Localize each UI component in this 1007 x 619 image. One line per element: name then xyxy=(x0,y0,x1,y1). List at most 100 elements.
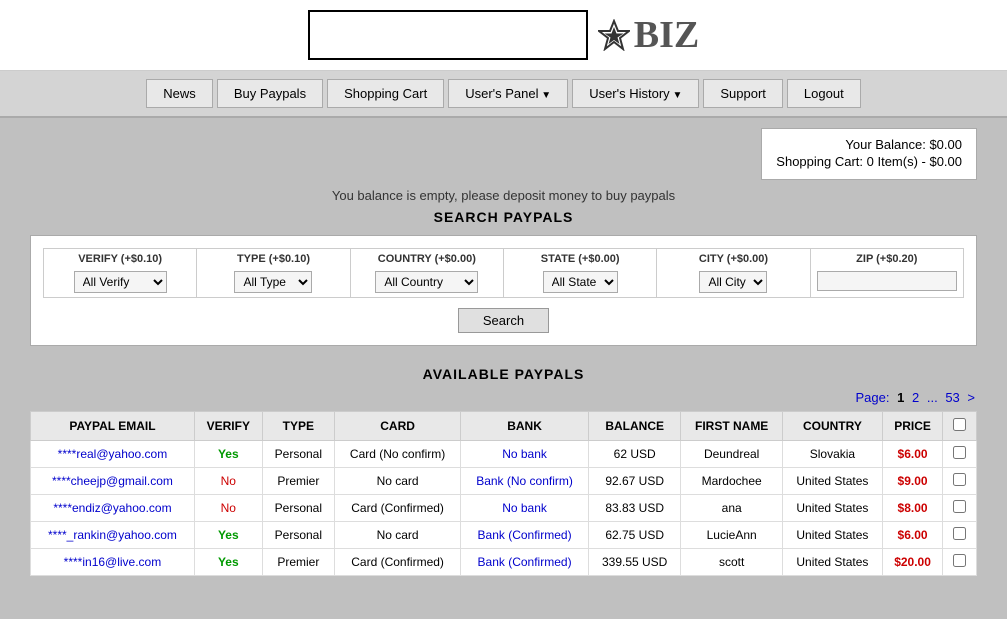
search-btn-row: Search xyxy=(43,308,964,333)
cell-price: $8.00 xyxy=(882,495,942,522)
table-row: ****_rankin@yahoo.com Yes Personal No ca… xyxy=(31,522,977,549)
cell-bank[interactable]: No bank xyxy=(461,495,589,522)
row-checkbox[interactable] xyxy=(953,473,966,486)
cell-balance: 92.67 USD xyxy=(588,468,681,495)
cell-email[interactable]: ****in16@live.com xyxy=(31,549,195,576)
bank-link[interactable]: No bank xyxy=(502,501,547,515)
search-filters: VERIFY (+$0.10) All Verify Verified Not … xyxy=(43,248,964,298)
type-select[interactable]: All Type Personal Premier xyxy=(234,271,312,293)
cell-checkbox[interactable] xyxy=(943,549,977,576)
email-link[interactable]: ****endiz@yahoo.com xyxy=(53,501,171,515)
cell-country: United States xyxy=(782,549,882,576)
col-verify: VERIFY xyxy=(194,412,262,441)
page-next-link[interactable]: > xyxy=(967,390,975,405)
cell-price: $6.00 xyxy=(882,441,942,468)
brand-text: BIZ xyxy=(634,13,699,57)
cell-verify: Yes xyxy=(194,522,262,549)
nav-users-panel[interactable]: User's Panel xyxy=(448,79,568,108)
page-2-link[interactable]: 2 xyxy=(912,390,919,405)
cell-type: Personal xyxy=(262,495,334,522)
cell-email[interactable]: ****cheejp@gmail.com xyxy=(31,468,195,495)
verify-value: No xyxy=(221,474,236,488)
cell-card: Card (No confirm) xyxy=(334,441,460,468)
price-value: $9.00 xyxy=(898,474,928,488)
bank-link[interactable]: Bank (Confirmed) xyxy=(478,528,572,542)
city-select[interactable]: All City xyxy=(699,271,767,293)
verify-select[interactable]: All Verify Verified Not Verified xyxy=(74,271,167,293)
cell-checkbox[interactable] xyxy=(943,495,977,522)
cell-checkbox[interactable] xyxy=(943,522,977,549)
verify-value: Yes xyxy=(218,447,239,461)
table-row: ****in16@live.com Yes Premier Card (Conf… xyxy=(31,549,977,576)
nav-users-history[interactable]: User's History xyxy=(572,79,699,108)
cell-verify: No xyxy=(194,495,262,522)
price-value: $6.00 xyxy=(898,528,928,542)
country-select[interactable]: All Country United States Slovakia xyxy=(375,271,478,293)
info-text: You balance is empty, please deposit mon… xyxy=(30,188,977,203)
header: BIZ xyxy=(0,0,1007,71)
nav-logout[interactable]: Logout xyxy=(787,79,861,108)
email-link[interactable]: ****cheejp@gmail.com xyxy=(52,474,173,488)
shopping-cart-balance: Shopping Cart: 0 Item(s) - $0.00 xyxy=(776,154,962,169)
cell-bank[interactable]: Bank (No confirm) xyxy=(461,468,589,495)
cell-type: Personal xyxy=(262,441,334,468)
verify-value: Yes xyxy=(218,528,239,542)
email-link[interactable]: ****_rankin@yahoo.com xyxy=(48,528,177,542)
cell-checkbox[interactable] xyxy=(943,468,977,495)
cell-email[interactable]: ****real@yahoo.com xyxy=(31,441,195,468)
cell-price: $6.00 xyxy=(882,522,942,549)
cell-firstname: scott xyxy=(681,549,782,576)
cell-checkbox[interactable] xyxy=(943,441,977,468)
search-button[interactable]: Search xyxy=(458,308,549,333)
available-title: AVAILABLE PAYPALS xyxy=(30,366,977,382)
row-checkbox[interactable] xyxy=(953,446,966,459)
filter-type: TYPE (+$0.10) All Type Personal Premier xyxy=(196,248,349,298)
nav-buy-paypals[interactable]: Buy Paypals xyxy=(217,79,323,108)
bank-link[interactable]: No bank xyxy=(502,447,547,461)
table-row: ****endiz@yahoo.com No Personal Card (Co… xyxy=(31,495,977,522)
filter-city: CITY (+$0.00) All City xyxy=(656,248,809,298)
cell-bank[interactable]: Bank (Confirmed) xyxy=(461,522,589,549)
your-balance: Your Balance: $0.00 xyxy=(776,137,962,152)
email-link[interactable]: ****real@yahoo.com xyxy=(58,447,168,461)
cell-bank[interactable]: Bank (Confirmed) xyxy=(461,549,589,576)
zip-input[interactable] xyxy=(817,271,957,291)
bank-link[interactable]: Bank (No confirm) xyxy=(476,474,573,488)
nav-support[interactable]: Support xyxy=(703,79,783,108)
row-checkbox[interactable] xyxy=(953,554,966,567)
cell-card: Card (Confirmed) xyxy=(334,495,460,522)
col-bank: BANK xyxy=(461,412,589,441)
row-checkbox[interactable] xyxy=(953,500,966,513)
email-link[interactable]: ****in16@live.com xyxy=(64,555,162,569)
nav-shopping-cart[interactable]: Shopping Cart xyxy=(327,79,444,108)
price-value: $6.00 xyxy=(898,447,928,461)
bank-link[interactable]: Bank (Confirmed) xyxy=(478,555,572,569)
logo-star-icon xyxy=(598,19,630,51)
cell-type: Premier xyxy=(262,468,334,495)
cell-type: Personal xyxy=(262,522,334,549)
logo-search-input[interactable] xyxy=(308,10,588,60)
cell-country: Slovakia xyxy=(782,441,882,468)
col-price: PRICE xyxy=(882,412,942,441)
balance-row: Your Balance: $0.00 Shopping Cart: 0 Ite… xyxy=(30,128,977,180)
cell-verify: Yes xyxy=(194,441,262,468)
verify-value: No xyxy=(221,501,236,515)
cell-firstname: ana xyxy=(681,495,782,522)
page-53-link[interactable]: 53 xyxy=(945,390,959,405)
search-section-title: SEARCH PAYPALS xyxy=(30,209,977,225)
row-checkbox[interactable] xyxy=(953,527,966,540)
pagination: Page: 1 2 ... 53 > xyxy=(30,390,977,405)
cell-email[interactable]: ****_rankin@yahoo.com xyxy=(31,522,195,549)
cell-bank[interactable]: No bank xyxy=(461,441,589,468)
cell-email[interactable]: ****endiz@yahoo.com xyxy=(31,495,195,522)
select-all-checkbox[interactable] xyxy=(953,418,966,431)
current-page[interactable]: 1 xyxy=(897,390,904,405)
cell-card: No card xyxy=(334,522,460,549)
state-select[interactable]: All State xyxy=(543,271,618,293)
price-value: $20.00 xyxy=(894,555,931,569)
nav-news[interactable]: News xyxy=(146,79,213,108)
verify-value: Yes xyxy=(218,555,239,569)
navigation: News Buy Paypals Shopping Cart User's Pa… xyxy=(0,71,1007,118)
search-box: VERIFY (+$0.10) All Verify Verified Not … xyxy=(30,235,977,346)
cell-firstname: Deundreal xyxy=(681,441,782,468)
